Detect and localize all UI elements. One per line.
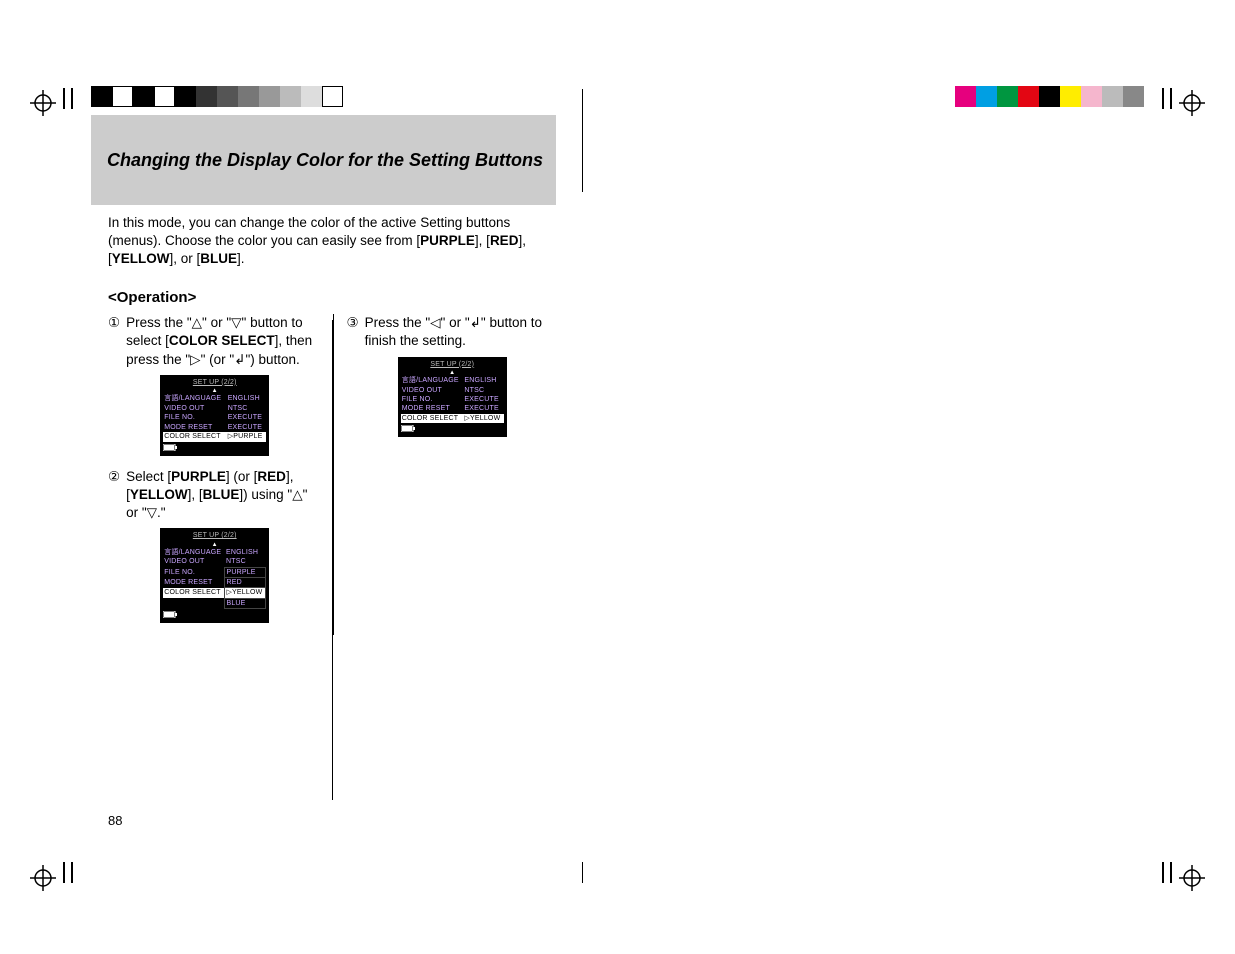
step-2: ② Select [PURPLE] (or [RED], [YELLOW], [… <box>108 468 321 523</box>
operation-heading: <Operation> <box>108 288 558 308</box>
column-divider <box>582 89 583 192</box>
step-text: Press the "◁" or "↲" button to finish th… <box>365 314 558 350</box>
lcd-screen-3: SET UP (2/2)▲言語/LANGUAGEENGLISHVIDEO OUT… <box>398 357 507 438</box>
lcd-screen-2: SET UP (2/2)▲言語/LANGUAGEENGLISHVIDEO OUT… <box>160 528 269 623</box>
page-number: 88 <box>108 812 122 830</box>
column-divider <box>332 320 333 800</box>
step-text: Select [PURPLE] (or [RED], [YELLOW], [BL… <box>126 468 321 523</box>
tick-icon <box>63 88 65 109</box>
tick-icon <box>71 88 73 109</box>
tick-icon <box>1162 862 1164 883</box>
reg-mark-icon <box>30 90 56 116</box>
reg-mark-icon <box>1179 865 1205 891</box>
column-right: ③ Press the "◁" or "↲" button to finish … <box>334 314 558 635</box>
lcd-screen-1: SET UP (2/2)▲言語/LANGUAGEENGLISHVIDEO OUT… <box>160 375 269 456</box>
section-title-band: Changing the Display Color for the Setti… <box>91 115 556 205</box>
tick-icon <box>1170 862 1172 883</box>
tick-icon <box>1162 88 1164 109</box>
step-3: ③ Press the "◁" or "↲" button to finish … <box>346 314 558 350</box>
colorbar-left <box>91 86 343 107</box>
step-number: ① <box>108 314 120 369</box>
column-left: ① Press the "△" or "▽" button to select … <box>108 314 334 635</box>
section-title: Changing the Display Color for the Setti… <box>107 148 543 172</box>
step-number: ③ <box>346 314 358 350</box>
tick-icon <box>63 862 65 883</box>
reg-mark-icon <box>30 865 56 891</box>
reg-mark-icon <box>1179 90 1205 116</box>
content: <Operation> ① Press the "△" or "▽" butto… <box>108 288 558 635</box>
tick-icon <box>71 862 73 883</box>
step-number: ② <box>108 468 120 523</box>
step-text: Press the "△" or "▽" button to select [C… <box>126 314 321 369</box>
page: Changing the Display Color for the Setti… <box>0 0 1235 954</box>
column-divider <box>582 862 583 883</box>
step-1: ① Press the "△" or "▽" button to select … <box>108 314 321 369</box>
tick-icon <box>1170 88 1172 109</box>
colorbar-right <box>955 86 1144 107</box>
intro-paragraph: In this mode, you can change the color o… <box>108 214 536 269</box>
